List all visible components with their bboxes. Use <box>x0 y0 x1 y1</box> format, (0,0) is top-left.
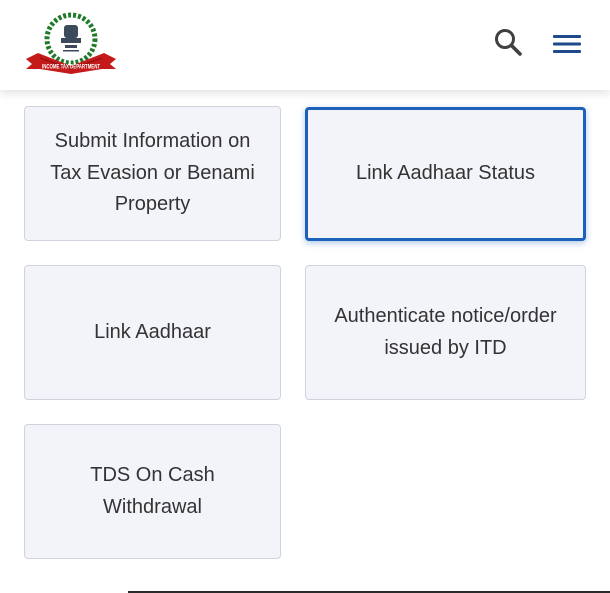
menu-button[interactable] <box>548 28 586 60</box>
service-card-label: Submit Information on Tax Evasion or Ben… <box>50 130 255 216</box>
search-icon <box>495 29 522 56</box>
service-card-submit-tax-evasion-info[interactable]: Submit Information on Tax Evasion or Ben… <box>24 106 281 241</box>
service-card-link-aadhaar[interactable]: Link Aadhaar <box>24 265 281 400</box>
site-header: INCOME TAX DEPARTMENT <box>0 0 610 90</box>
service-card-label: TDS On Cash Withdrawal <box>90 464 215 518</box>
service-card-authenticate-notice[interactable]: Authenticate notice/order issued by ITD <box>305 265 586 400</box>
service-card-link-aadhaar-status[interactable]: Link Aadhaar Status <box>305 107 586 241</box>
income-tax-department-logo[interactable]: INCOME TAX DEPARTMENT <box>24 11 118 77</box>
hamburger-menu-icon <box>553 35 581 53</box>
search-button[interactable] <box>490 24 526 60</box>
service-card-tds-on-cash-withdrawal[interactable]: TDS On Cash Withdrawal <box>24 424 281 559</box>
service-card-label: Authenticate notice/order issued by ITD <box>334 305 557 359</box>
service-card-label: Link Aadhaar <box>94 320 211 343</box>
logo-ribbon-text: INCOME TAX DEPARTMENT <box>42 65 100 71</box>
quick-links-grid: Submit Information on Tax Evasion or Ben… <box>0 90 610 593</box>
service-card-label: Link Aadhaar Status <box>355 162 535 185</box>
